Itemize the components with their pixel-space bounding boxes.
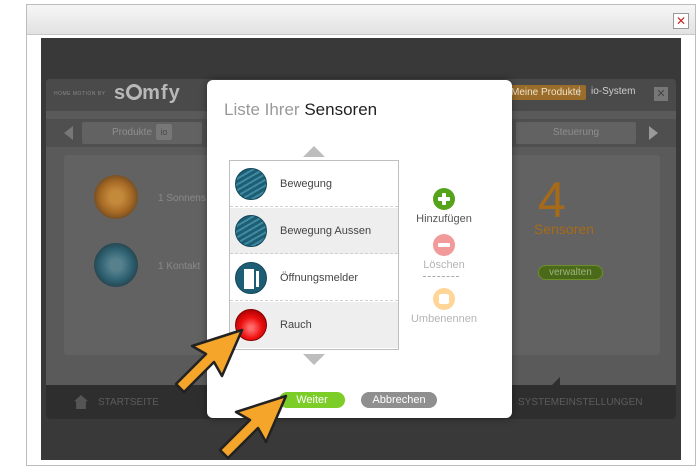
motion-sensor-icon	[235, 215, 267, 247]
tab-control[interactable]: Steuerung	[516, 122, 636, 144]
title-bar: ✕	[27, 5, 695, 35]
minus-icon	[433, 234, 455, 256]
dialog-title: Liste Ihrer Sensoren	[224, 100, 378, 119]
sensor-label: Bewegung	[280, 178, 332, 190]
door-sensor-icon	[235, 262, 267, 294]
scroll-down-arrow-icon[interactable]	[303, 354, 325, 365]
scroll-up-arrow-icon[interactable]	[303, 146, 325, 157]
footer-home-link[interactable]: STARTSEITE	[98, 397, 159, 408]
add-sensor-button[interactable]: Hinzufügen	[407, 188, 481, 225]
contact-sensor-device-icon	[94, 243, 138, 287]
rename-icon	[433, 288, 455, 310]
my-products-button[interactable]: Meine Produkte	[506, 85, 587, 100]
motion-sensor-icon	[235, 168, 267, 200]
rename-sensor-button[interactable]: Umbenennen	[407, 288, 481, 325]
app-close-button[interactable]: ✕	[654, 87, 668, 101]
delete-label: Löschen	[423, 259, 465, 271]
sensor-list: Bewegung Bewegung Aussen Öffnungsmelder …	[229, 160, 399, 350]
footer-system-settings-link[interactable]: SYSTEMEINSTELLUNGEN	[518, 397, 642, 408]
sun-sensor-device-icon	[94, 175, 138, 219]
device-label: 1 Kontakt	[158, 261, 201, 272]
list-item[interactable]: Bewegung	[230, 161, 398, 207]
plus-icon	[433, 188, 455, 210]
sensor-label: Bewegung Aussen	[280, 225, 372, 237]
io-badge-icon: io	[156, 124, 173, 141]
rename-label: Umbenennen	[410, 313, 478, 325]
sensor-list-dialog: Liste Ihrer Sensoren Bewegung Bewegung A…	[207, 80, 512, 418]
action-divider	[423, 276, 459, 277]
sensor-count-label: Sensoren	[534, 221, 594, 237]
device-label: 1 Sonnens	[158, 193, 206, 204]
sensor-label: Öffnungsmelder	[280, 272, 359, 284]
pointer-arrow-icon	[218, 394, 288, 460]
header-separator: |	[578, 86, 581, 97]
footer-notch	[552, 377, 560, 385]
somfy-logo: s mfy	[114, 82, 181, 104]
list-item[interactable]: Bewegung Aussen	[230, 208, 398, 254]
tab-prev-arrow-icon[interactable]	[64, 126, 73, 140]
add-label: Hinzufügen	[416, 213, 472, 225]
list-item[interactable]: Öffnungsmelder	[230, 255, 398, 301]
tab-products[interactable]: Produkte io	[82, 122, 202, 144]
io-system-link[interactable]: io-System	[591, 86, 635, 97]
logo-ring-icon	[126, 84, 143, 100]
cancel-button[interactable]: Abbrechen	[361, 392, 437, 408]
delete-sensor-button[interactable]: Löschen	[407, 234, 481, 271]
manage-sensors-button[interactable]: verwalten	[538, 265, 603, 280]
tab-next-arrow-icon[interactable]	[649, 126, 658, 140]
home-icon[interactable]	[74, 395, 88, 409]
close-window-button[interactable]: ✕	[673, 13, 689, 29]
list-item[interactable]: Rauch	[230, 302, 398, 348]
logo-tagline: HOME MOTION BY	[54, 91, 106, 97]
sensor-label: Rauch	[280, 319, 312, 331]
